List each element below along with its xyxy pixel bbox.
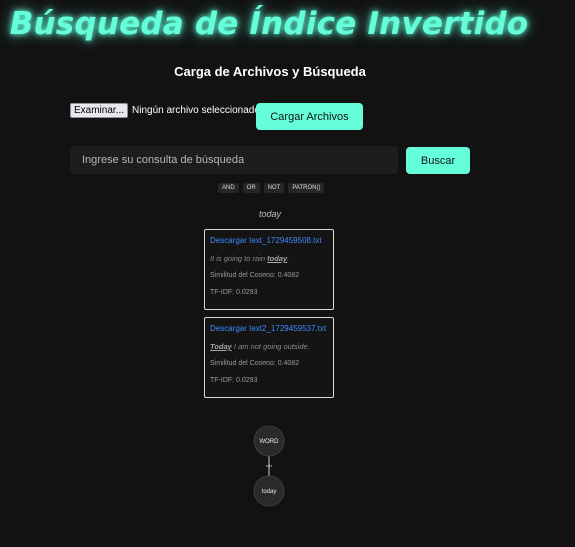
search-button[interactable]: Buscar (406, 147, 470, 174)
file-status-text: Ningún archivo seleccionado. (132, 105, 263, 116)
browse-file-button[interactable]: Examinar... (70, 103, 129, 118)
result-card: Descargar text2_1729459537.txt Today I a… (204, 317, 334, 398)
download-link[interactable]: Descargar text2_1729459537.txt (210, 324, 328, 334)
operator-and[interactable]: AND (218, 183, 239, 193)
cosine-similarity: Similitud del Coseno: 0.4082 (210, 360, 300, 367)
upload-files-button[interactable]: Cargar Archivos (256, 103, 363, 130)
page: Búsqueda de Índice Invertido Carga de Ar… (0, 0, 575, 547)
result-card: Descargar text_1729459508.txt It is goin… (204, 229, 334, 310)
section-subtitle: Carga de Archivos y Búsqueda (174, 64, 366, 79)
graph-node-word[interactable]: WORD (253, 425, 285, 457)
current-query: today (258, 209, 282, 219)
result-snippet: Today I am not going outside. (210, 342, 328, 351)
tfidf-score: TF-IDF: 0.0293 (210, 289, 258, 296)
download-link[interactable]: Descargar text_1729459508.txt (210, 236, 328, 246)
snippet-highlight: today (267, 254, 288, 263)
snippet-text: It is going to rain (210, 254, 268, 263)
operator-or[interactable]: OR (242, 183, 260, 193)
cosine-similarity: Similitud del Coseno: 0.4082 (210, 272, 300, 279)
operator-not[interactable]: NOT (263, 183, 285, 193)
graph-edge-label: raiz (266, 463, 272, 468)
search-input[interactable] (70, 146, 398, 174)
graph-node-label: today (262, 489, 277, 495)
snippet-text: . (287, 254, 290, 263)
page-title: Búsqueda de Índice Invertido (9, 6, 529, 42)
result-snippet: It is going to rain today. (210, 254, 328, 263)
snippet-text: I am not going outside. (231, 342, 310, 351)
graph-node-label: WORD (260, 439, 280, 445)
graph-node-today[interactable]: today (253, 475, 285, 507)
operator-hints: AND OR NOT PATRON() (218, 183, 325, 193)
snippet-highlight: Today (210, 342, 232, 351)
operator-patron[interactable]: PATRON() (288, 183, 325, 193)
tfidf-score: TF-IDF: 0.0293 (210, 377, 258, 384)
file-upload-row: Examinar... Ningún archivo seleccionado. (70, 103, 263, 118)
